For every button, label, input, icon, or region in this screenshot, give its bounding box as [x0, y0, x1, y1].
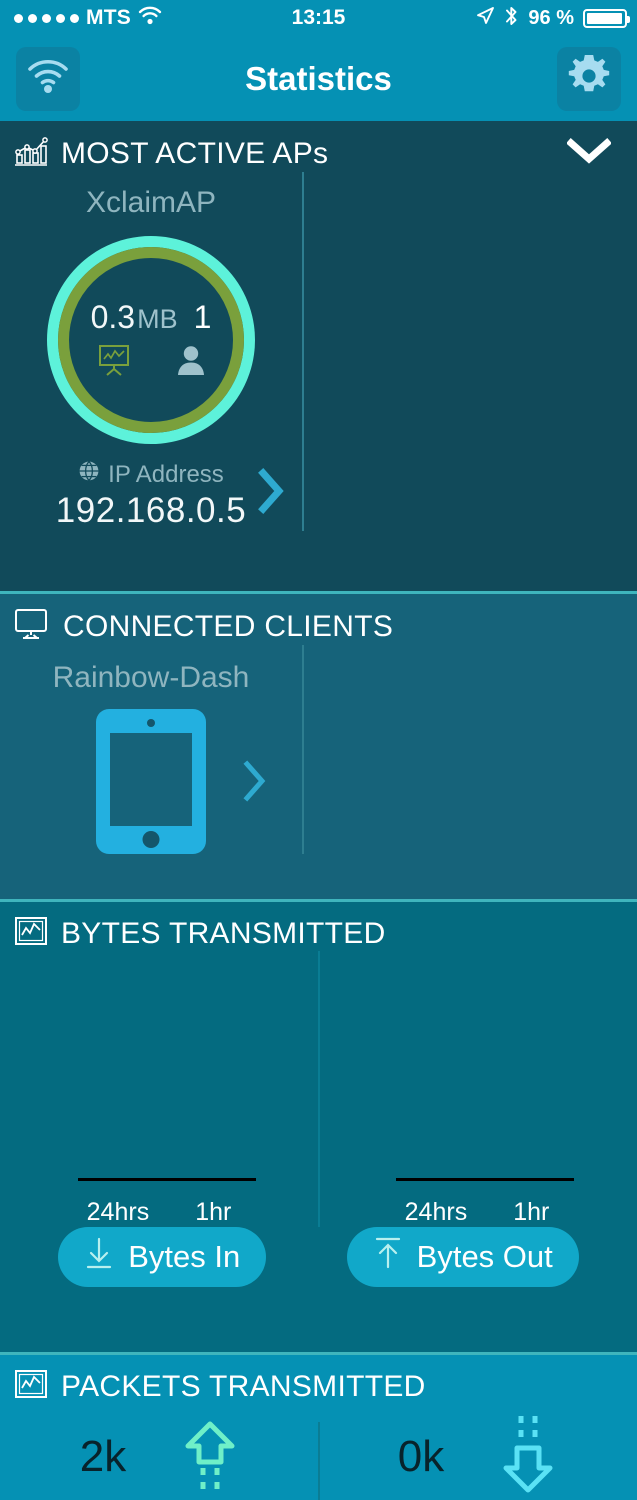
status-bar: MTS 13:15 96 % — [0, 0, 637, 36]
ap-ip-value: 192.168.0.5 — [55, 491, 247, 530]
range-option-1hr[interactable]: 1hr — [195, 1198, 231, 1227]
ap-ip-label: IP Address — [108, 460, 224, 488]
range-option-24hrs[interactable]: 24hrs — [87, 1198, 150, 1227]
bytes-out-button[interactable]: Bytes Out — [346, 1227, 579, 1287]
clock: 13:15 — [291, 6, 346, 29]
arrow-down-to-line-icon — [84, 1236, 114, 1278]
globe-icon — [78, 460, 100, 489]
client-card-empty — [302, 645, 604, 854]
bytes-charts: 24hrs 1hr 24hrs 1hr — [0, 951, 637, 1227]
ap-card-empty — [302, 172, 604, 531]
tablet-icon — [96, 709, 206, 854]
person-icon — [177, 345, 205, 380]
bytes-toggle-buttons: Bytes In Bytes Out — [0, 1227, 637, 1287]
packets-out-value: 2k — [79, 1431, 127, 1481]
client-device-row — [0, 695, 302, 854]
chart-board-icon — [97, 344, 131, 381]
packets-in-value: 0k — [397, 1431, 445, 1481]
client-name: Rainbow-Dash — [52, 661, 250, 694]
range-option-1hr[interactable]: 1hr — [513, 1198, 549, 1227]
page-title: Statistics — [245, 59, 392, 97]
bytes-transmitted-header: BYTES TRANSMITTED — [0, 902, 637, 951]
bytes-in-button[interactable]: Bytes In — [58, 1227, 267, 1287]
packets-in-panel[interactable]: 0k — [318, 1414, 636, 1499]
section-connected-clients: CONNECTED CLIENTS Rainbow-Dash — [0, 594, 637, 899]
client-card[interactable]: Rainbow-Dash — [0, 645, 302, 854]
wifi-button[interactable] — [16, 46, 80, 111]
bytes-out-label: Bytes Out — [416, 1239, 553, 1274]
bytes-out-baseline — [396, 1178, 574, 1181]
ap-card-list: XclaimAP 0.3MB 1 IP Address 192.168.0.5 — [0, 172, 637, 531]
bytes-out-chart-panel[interactable]: 24hrs 1hr — [318, 969, 636, 1227]
arrow-down-dashed-icon — [500, 1414, 556, 1499]
chevron-right-icon[interactable] — [258, 468, 286, 519]
section-packets-transmitted: PACKETS TRANSMITTED 2k 0k — [0, 1355, 637, 1500]
packets-column-divider — [318, 1422, 320, 1500]
arrow-up-from-line-icon — [373, 1236, 403, 1278]
bar-chart-trend-icon — [14, 135, 48, 172]
ap-traffic-unit: MB — [137, 304, 178, 334]
chevron-right-icon[interactable] — [242, 759, 268, 808]
wifi-icon — [26, 58, 70, 99]
ap-ip-row[interactable]: IP Address 192.168.0.5 — [0, 460, 302, 531]
client-card-list: Rainbow-Dash — [0, 645, 637, 854]
packets-transmitted-title: PACKETS TRANSMITTED — [61, 1369, 426, 1403]
packets-panels: 2k 0k — [0, 1414, 637, 1500]
statistics-screen: MTS 13:15 96 % Statistics MOST ACTIVE AP… — [0, 0, 637, 1500]
most-active-aps-title: MOST ACTIVE APs — [61, 136, 329, 170]
ap-ip-label-row: IP Address — [0, 460, 302, 489]
packets-transmitted-header: PACKETS TRANSMITTED — [0, 1355, 637, 1404]
bytes-in-chart-panel[interactable]: 24hrs 1hr — [0, 969, 318, 1227]
connected-clients-title: CONNECTED CLIENTS — [63, 609, 394, 643]
line-chart-box-icon — [14, 916, 48, 951]
section-most-active-aps: MOST ACTIVE APs XclaimAP 0.3MB 1 IP Addr… — [0, 121, 637, 591]
bytes-in-plot-area — [0, 969, 318, 1181]
section-bytes-transmitted: BYTES TRANSMITTED 24hrs 1hr 24hrs 1hr By… — [0, 902, 637, 1352]
bytes-out-plot-area — [318, 969, 636, 1181]
most-active-aps-header[interactable]: MOST ACTIVE APs — [0, 121, 637, 172]
gear-icon — [566, 53, 612, 104]
range-option-24hrs[interactable]: 24hrs — [405, 1198, 468, 1227]
chevron-down-icon[interactable] — [566, 137, 637, 170]
ap-client-count: 1 — [193, 299, 212, 335]
bytes-out-range-selector: 24hrs 1hr — [318, 1198, 636, 1227]
donut-metrics: 0.3MB 1 — [91, 299, 212, 336]
ap-card[interactable]: XclaimAP 0.3MB 1 IP Address 192.168.0.5 — [0, 172, 302, 531]
bytes-in-baseline — [78, 1178, 256, 1181]
ap-name: XclaimAP — [85, 186, 217, 219]
bytes-in-label: Bytes In — [128, 1239, 241, 1274]
donut-metric-icons — [97, 344, 205, 381]
packets-out-panel[interactable]: 2k — [0, 1414, 318, 1499]
monitor-icon — [14, 608, 50, 645]
line-chart-box-icon — [14, 1369, 48, 1404]
bytes-in-range-selector: 24hrs 1hr — [0, 1198, 318, 1227]
bytes-transmitted-title: BYTES TRANSMITTED — [61, 916, 386, 950]
battery-icon — [583, 8, 630, 28]
nav-bar: Statistics — [0, 36, 637, 121]
donut-center-content: 0.3MB 1 — [73, 262, 229, 418]
ap-usage-donut: 0.3MB 1 — [47, 236, 255, 444]
arrow-up-dashed-icon — [182, 1418, 238, 1495]
connected-clients-header: CONNECTED CLIENTS — [0, 594, 637, 645]
ap-traffic-value: 0.3 — [90, 299, 136, 335]
settings-button[interactable] — [557, 46, 621, 111]
